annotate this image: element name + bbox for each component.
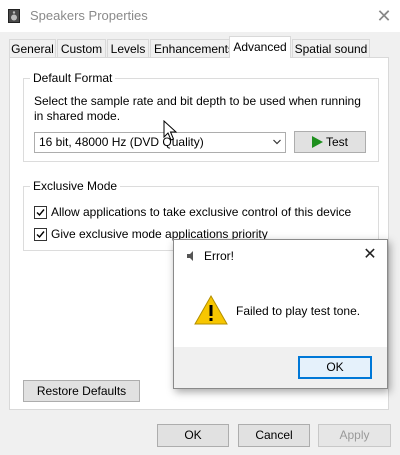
error-dialog-footer: OK: [174, 347, 387, 388]
window-title: Speakers Properties: [30, 8, 148, 23]
restore-defaults-button[interactable]: Restore Defaults: [23, 380, 140, 402]
tab-custom[interactable]: Custom: [57, 39, 106, 57]
default-format-description-line1: Select the sample rate and bit depth to …: [34, 94, 361, 108]
warning-icon: [194, 295, 228, 325]
exclusive-control-checkbox[interactable]: [34, 206, 47, 219]
error-message: Failed to play test tone.: [236, 304, 361, 318]
apply-button[interactable]: Apply: [318, 424, 391, 447]
checkmark-icon: [36, 209, 45, 217]
tab-spatial-sound[interactable]: Spatial sound: [292, 39, 370, 57]
ok-button[interactable]: OK: [157, 424, 229, 447]
test-button-label: Test: [325, 135, 348, 149]
tab-levels[interactable]: Levels: [107, 39, 149, 57]
checkmark-icon: [36, 231, 45, 239]
test-button[interactable]: Test: [294, 131, 366, 153]
error-dialog: Error! ✕ Failed to play test tone. OK: [173, 239, 388, 389]
exclusive-priority-checkbox[interactable]: [34, 228, 47, 241]
exclusive-control-label: Allow applications to take exclusive con…: [51, 205, 352, 219]
tab-advanced[interactable]: Advanced: [229, 36, 291, 58]
chevron-down-icon: [273, 139, 281, 145]
tab-general[interactable]: General: [9, 39, 56, 57]
sample-rate-select[interactable]: 16 bit, 48000 Hz (DVD Quality): [34, 132, 286, 153]
cancel-button[interactable]: Cancel: [238, 424, 310, 447]
error-ok-button[interactable]: OK: [298, 356, 372, 379]
error-dialog-title: Error!: [204, 249, 234, 263]
mouse-pointer-icon: [163, 120, 177, 141]
error-dialog-close-button[interactable]: ✕: [359, 244, 381, 266]
play-icon: [311, 136, 323, 148]
sample-rate-value: 16 bit, 48000 Hz (DVD Quality): [39, 135, 204, 149]
title-bar: Speakers Properties ✕: [0, 0, 400, 32]
exclusive-mode-legend: Exclusive Mode: [30, 179, 121, 193]
speaker-small-icon: [187, 251, 193, 261]
default-format-description-line2: in shared mode.: [34, 109, 121, 123]
tab-enhancements[interactable]: Enhancements: [150, 39, 238, 57]
window-close-button[interactable]: ✕: [372, 4, 396, 28]
default-format-legend: Default Format: [30, 71, 116, 85]
speaker-app-icon: [8, 9, 20, 23]
